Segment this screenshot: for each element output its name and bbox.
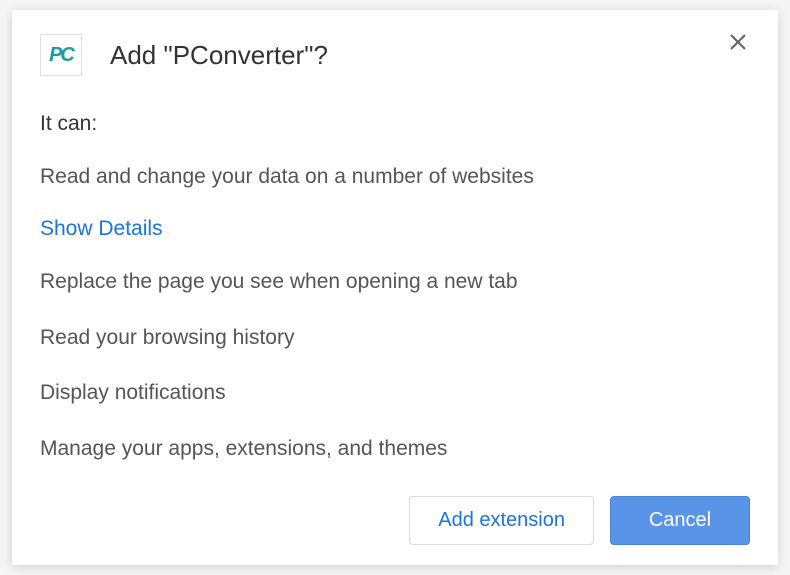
extension-icon: PC (40, 34, 82, 76)
add-extension-button[interactable]: Add extension (409, 496, 594, 545)
extension-icon-text: PC (49, 44, 73, 67)
dialog-footer: Add extension Cancel (409, 496, 750, 545)
permission-item: Replace the page you see when opening a … (40, 267, 750, 296)
permission-item: Read and change your data on a number of… (40, 162, 750, 191)
permissions-intro: It can: (40, 112, 750, 136)
permission-item: Read your browsing history (40, 323, 750, 352)
permission-item: Display notifications (40, 378, 750, 407)
dialog-title: Add "PConverter"? (110, 34, 726, 71)
cancel-button[interactable]: Cancel (610, 496, 750, 545)
extension-install-dialog: PC Add "PConverter"? It can: Read and ch… (12, 10, 778, 565)
close-icon (729, 33, 747, 51)
show-details-link[interactable]: Show Details (40, 217, 750, 241)
dialog-header: PC Add "PConverter"? (40, 34, 750, 76)
close-button[interactable] (726, 30, 750, 54)
permission-item: Manage your apps, extensions, and themes (40, 434, 750, 463)
